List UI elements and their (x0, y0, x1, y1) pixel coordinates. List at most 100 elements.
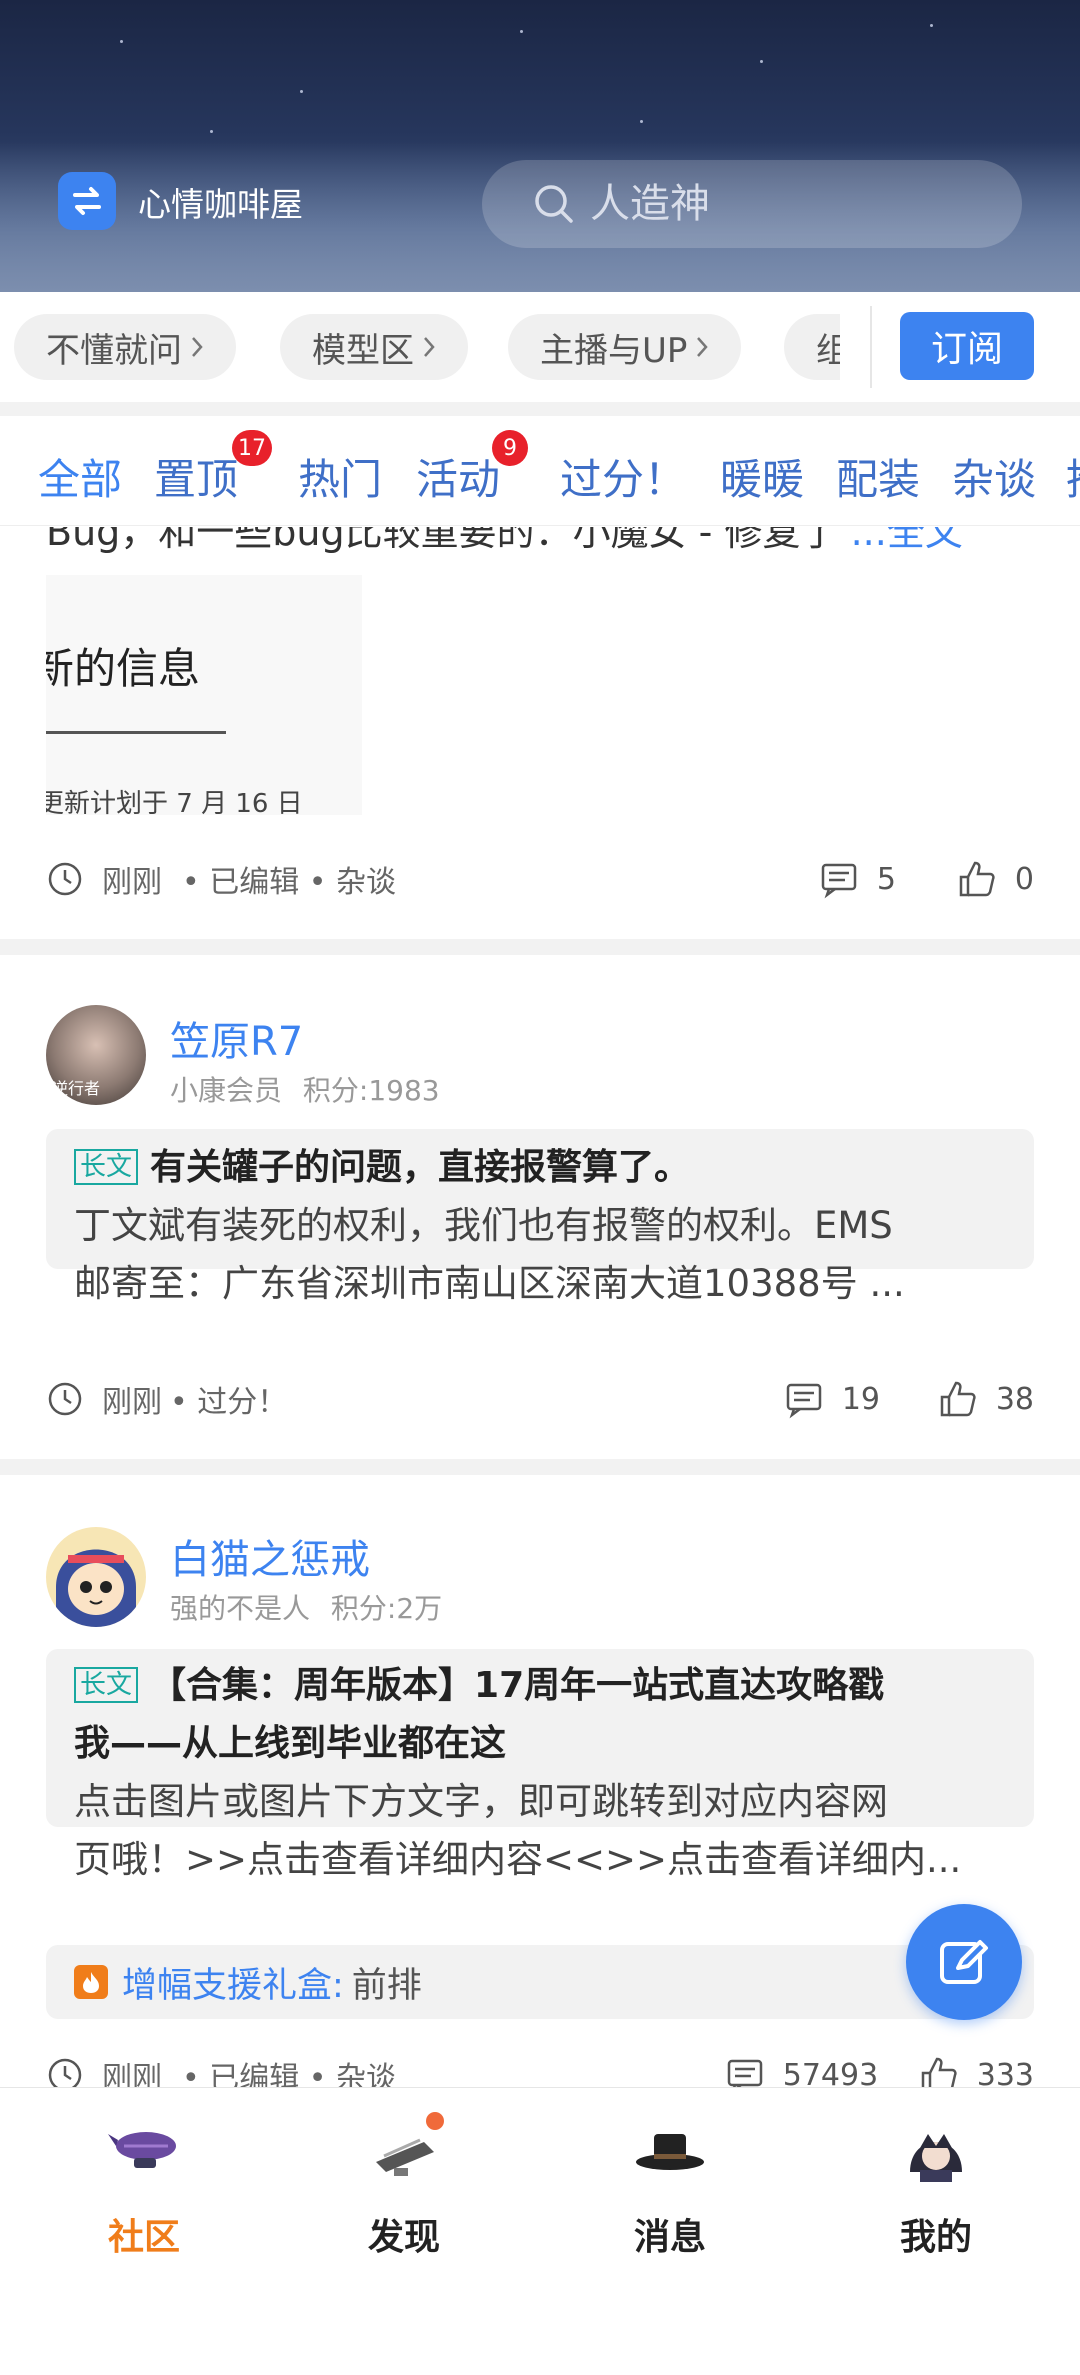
nav-me[interactable]: 我的 (836, 2112, 1036, 2260)
gift-value: 前排 (351, 1965, 422, 2006)
profile-avatar-icon (910, 2134, 962, 2182)
section-chips-bar: 不懂就问 模型区 主播与UP 组 订阅 (0, 292, 1080, 402)
comment-icon[interactable] (819, 859, 859, 899)
comment-icon[interactable] (784, 1379, 824, 1419)
pinned-count-badge: 17 (232, 430, 272, 466)
chip-models[interactable]: 模型区 (280, 314, 468, 380)
long-article-tag: 长文 (74, 1149, 139, 1185)
subscribe-button[interactable]: 订阅 (900, 312, 1034, 380)
gift-box-banner[interactable]: 增幅支援礼盒: 前排 (46, 1945, 1034, 2019)
comment-icon[interactable] (725, 2055, 765, 2087)
search-input[interactable] (590, 181, 990, 227)
tab-all[interactable]: 全部 (38, 446, 122, 507)
member-level: 强的不是人 (170, 1592, 311, 1625)
category-tabs: 全部 置顶 17 热门 活动 9 过分！ 暖暖 配装 杂谈 推 (0, 416, 1080, 526)
author-name[interactable]: 笠原R7 (170, 1009, 303, 1067)
notification-dot (426, 2112, 444, 2130)
tab-outrageous[interactable]: 过分！ (560, 446, 686, 507)
image-text: 更新计划于 7 月 16 日 (46, 789, 303, 815)
clock-icon (48, 2058, 82, 2087)
comment-count: 57493 (782, 2057, 879, 2088)
chip-streamers[interactable]: 主播与UP (508, 314, 742, 380)
chip-ask[interactable]: 不懂就问 (14, 314, 236, 380)
fire-icon (74, 1965, 108, 1999)
tab-hot[interactable]: 热门 (298, 446, 382, 507)
nav-discover[interactable]: 发现 (304, 2112, 504, 2260)
chips-divider (870, 306, 872, 388)
tab-partial[interactable]: 推 (1066, 446, 1080, 507)
post-card[interactable]: 长文 【合集：周年版本】17周年一站式直达攻略戳 我——从上线到毕业都在这 点击图… (46, 1649, 1034, 1881)
edit-pencil-icon (940, 1940, 988, 1984)
author-name[interactable]: 白猫之惩戒 (170, 1527, 370, 1585)
nav-label: 发现 (367, 2217, 440, 2258)
discover-icon (364, 2112, 444, 2192)
author-points: 积分:1983 (302, 1074, 440, 1107)
switch-forum-button[interactable] (58, 172, 116, 230)
like-count: 38 (995, 1381, 1034, 1417)
clock-icon (48, 862, 82, 896)
thumbs-up-icon[interactable] (919, 2055, 959, 2087)
avatar-caption: 逆行者 (52, 1079, 101, 1098)
post-stats: 5 0 (819, 859, 1034, 899)
nav-messages[interactable]: 消息 (570, 2112, 770, 2260)
gift-name: 增幅支援礼盒: (122, 1965, 344, 2006)
separator (0, 402, 1080, 416)
chip-partial[interactable]: 组 (784, 314, 840, 380)
post-separator (0, 1459, 1080, 1475)
chip-label: 模型区 (312, 330, 414, 371)
events-count-badge: 9 (492, 430, 528, 466)
like-count: 333 (976, 2057, 1034, 2088)
messages-hat-icon (636, 2134, 704, 2170)
post-feed: Bug，和一些bug比较重要的：小魔女 - 修复了 ...全文 新的信息 更新计… (0, 527, 1080, 2087)
nav-community[interactable]: 社区 (44, 2112, 244, 2260)
avatar[interactable]: 逆行者 (46, 1005, 146, 1105)
clock-icon (48, 1382, 82, 1416)
tab-nuannuan[interactable]: 暖暖 (720, 446, 804, 507)
thumbs-up-icon[interactable] (938, 1379, 978, 1419)
post-meta: 刚刚 • 已编辑 • 杂谈 57493 333 (46, 2053, 1034, 2087)
post-stats: 19 38 (784, 1379, 1034, 1419)
post-text: Bug，和一些bug比较重要的：小魔女 - 修复了 (46, 527, 839, 554)
post-extra: • 已编辑 • 杂谈 (182, 865, 396, 900)
read-more-link[interactable]: ...全文 (851, 527, 963, 554)
forum-name[interactable]: 心情咖啡屋 (138, 178, 303, 226)
post-card[interactable]: 长文 有关罐子的问题，直接报警算了。 丁文斌有装死的权利，我们也有报警的权利。EM… (46, 1129, 1034, 1305)
chip-label: 主播与UP (540, 330, 688, 371)
search-icon (535, 185, 573, 223)
anime-avatar-icon (56, 1549, 136, 1627)
post-preview-text[interactable]: Bug，和一些bug比较重要的：小魔女 - 修复了 ...全文 (46, 527, 963, 556)
comment-count: 5 (876, 861, 896, 897)
community-airship-icon (108, 2132, 176, 2168)
post-time: 刚刚 (102, 2061, 162, 2087)
author-points: 积分:2万 (330, 1592, 443, 1625)
post-title: 长文 有关罐子的问题，直接报警算了。 (74, 1139, 1006, 1197)
compose-post-button[interactable] (906, 1904, 1022, 2020)
post-time: 刚刚 (102, 1385, 162, 1420)
nav-label: 社区 (107, 2217, 180, 2258)
search-bar[interactable] (482, 160, 1022, 248)
member-level: 小康会员 (170, 1074, 283, 1107)
post-time: 刚刚 (102, 865, 162, 900)
avatar[interactable] (46, 1527, 146, 1627)
post-meta: 刚刚 • 过分！ 19 38 (46, 1377, 1034, 1421)
post-image[interactable]: 新的信息 更新计划于 7 月 16 日 (46, 575, 362, 815)
swap-arrows-icon (73, 187, 101, 215)
tab-chat[interactable]: 杂谈 (952, 446, 1036, 507)
post-body-line: 丁文斌有装死的权利，我们也有报警的权利。EMS (74, 1204, 893, 1247)
image-text: 新的信息 (46, 644, 201, 693)
tab-pinned[interactable]: 置顶 (154, 446, 238, 507)
post-title-text: 有关罐子的问题，直接报警算了。 (150, 1147, 691, 1188)
bottom-navigation: 社区 发现 消息 我的 (0, 2087, 1080, 2375)
post-title: 长文 【合集：周年版本】17周年一站式直达攻略戳 (74, 1657, 1006, 1715)
chevron-right-icon (192, 337, 203, 357)
post-body-line: 点击图片或图片下方文字，即可跳转到对应内容网 (74, 1780, 888, 1823)
tab-events[interactable]: 活动 (416, 446, 500, 507)
post-body-line: 页哦！>>点击查看详细内容<<>>点击查看详细内... (74, 1838, 962, 1881)
post-separator (0, 939, 1080, 955)
nav-label: 我的 (899, 2217, 972, 2258)
post-title-text: 【合集：周年版本】17周年一站式直达攻略戳 (150, 1665, 885, 1706)
author-level: 小康会员 积分:1983 (170, 1069, 440, 1109)
image-underline (46, 731, 226, 734)
thumbs-up-icon[interactable] (957, 859, 997, 899)
tab-builds[interactable]: 配装 (836, 446, 920, 507)
